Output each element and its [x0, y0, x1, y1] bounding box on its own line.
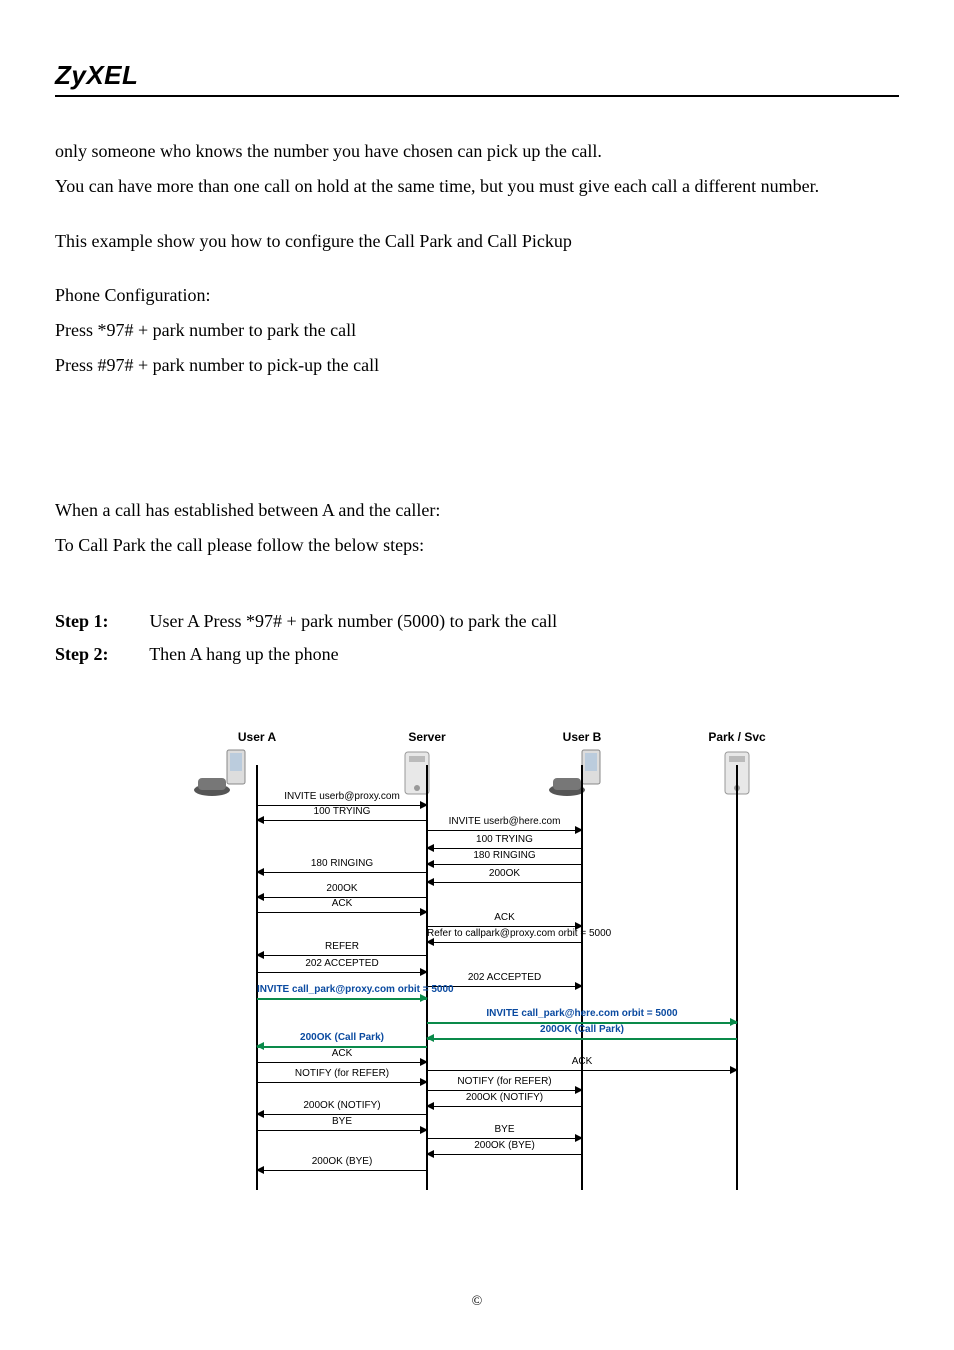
footer-copyright: © [0, 1294, 954, 1310]
para-3: This example show you how to configure t… [55, 227, 899, 256]
seq-msg-20: NOTIFY (for REFER) [257, 1082, 427, 1098]
seq-msg-label-12: 202 ACCEPTED [257, 958, 427, 969]
seq-msg-label-21: NOTIFY (for REFER) [427, 1076, 582, 1087]
page: ZyXEL only someone who knows the number … [0, 0, 954, 1350]
lane-label-server: Server [387, 730, 467, 744]
seq-msg-label-15: INVITE call_park@here.com orbit = 5000 [427, 1008, 737, 1019]
brand-logo: ZyXEL [55, 60, 899, 91]
para-8: To Call Park the call please follow the … [55, 531, 899, 560]
step-1: Step 1: User A Press *97# + park number … [55, 605, 899, 637]
seq-msg-8: ACK [257, 912, 427, 928]
seq-msg-label-24: BYE [257, 1116, 427, 1127]
lifeline-park-svc [736, 765, 738, 1190]
steps-list: Step 1: User A Press *97# + park number … [55, 605, 899, 670]
lane-label-user-a: User A [217, 730, 297, 744]
phone-a-icon [192, 748, 252, 798]
para-4: Phone Configuration: [55, 281, 899, 310]
para-7: When a call has established between A an… [55, 496, 899, 525]
lane-label-user-b: User B [542, 730, 622, 744]
seq-msg-24: BYE [257, 1130, 427, 1146]
body-text: only someone who knows the number you ha… [55, 137, 899, 559]
seq-msg-6: 200OK [427, 882, 582, 898]
seq-msg-26: 200OK (BYE) [427, 1154, 582, 1170]
seq-msg-label-19: ACK [427, 1056, 737, 1067]
step-2: Step 2: Then A hang up the phone [55, 638, 899, 670]
header-rule [55, 95, 899, 97]
seq-msg-22: 200OK (NOTIFY) [427, 1106, 582, 1122]
seq-msg-label-9: ACK [427, 912, 582, 923]
step-1-text: User A Press *97# + park number (5000) t… [150, 611, 558, 631]
step-1-label: Step 1: [55, 605, 145, 637]
seq-msg-label-20: NOTIFY (for REFER) [257, 1068, 427, 1079]
step-2-label: Step 2: [55, 638, 145, 670]
para-1: only someone who knows the number you ha… [55, 137, 899, 166]
seq-msg-label-8: ACK [257, 898, 427, 909]
para-2: You can have more than one call on hold … [55, 172, 899, 201]
seq-msg-label-0: INVITE userb@proxy.com [257, 791, 427, 802]
seq-msg-label-10: Refer to callpark@proxy.com orbit = 5000 [427, 928, 582, 939]
sequence-diagram: User A Server User B Park / Svc INVITE u… [182, 730, 772, 1190]
step-2-text: Then A hang up the phone [149, 644, 338, 664]
para-6: Press #97# + park number to pick-up the … [55, 351, 899, 380]
seq-msg-label-25: BYE [427, 1124, 582, 1135]
seq-msg-label-6: 200OK [427, 868, 582, 879]
phone-b-icon [547, 748, 607, 798]
seq-msg-label-14: INVITE call_park@proxy.com orbit = 5000 [257, 984, 427, 995]
seq-msg-label-16: 200OK (Call Park) [427, 1024, 737, 1035]
seq-msg-label-26: 200OK (BYE) [427, 1140, 582, 1151]
seq-msg-label-11: REFER [257, 941, 427, 952]
seq-msg-label-27: 200OK (BYE) [257, 1156, 427, 1167]
seq-msg-label-7: 200OK [257, 883, 427, 894]
seq-msg-label-2: INVITE userb@here.com [427, 816, 582, 827]
seq-msg-label-4: 180 RINGING [427, 850, 582, 861]
seq-msg-27: 200OK (BYE) [257, 1170, 427, 1186]
seq-msg-label-3: 100 TRYING [427, 834, 582, 845]
seq-msg-label-22: 200OK (NOTIFY) [427, 1092, 582, 1103]
seq-msg-label-13: 202 ACCEPTED [427, 972, 582, 983]
seq-msg-label-18: ACK [257, 1048, 427, 1059]
seq-msg-label-23: 200OK (NOTIFY) [257, 1100, 427, 1111]
seq-msg-10: Refer to callpark@proxy.com orbit = 5000 [427, 942, 582, 958]
para-5: Press *97# + park number to park the cal… [55, 316, 899, 345]
seq-msg-label-5: 180 RINGING [257, 858, 427, 869]
seq-msg-label-17: 200OK (Call Park) [257, 1032, 427, 1043]
lane-label-park-svc: Park / Svc [697, 730, 777, 744]
seq-msg-1: 100 TRYING [257, 820, 427, 836]
seq-msg-label-1: 100 TRYING [257, 806, 427, 817]
seq-msg-16: 200OK (Call Park) [427, 1038, 737, 1054]
seq-msg-14: INVITE call_park@proxy.com orbit = 5000 [257, 998, 427, 1014]
